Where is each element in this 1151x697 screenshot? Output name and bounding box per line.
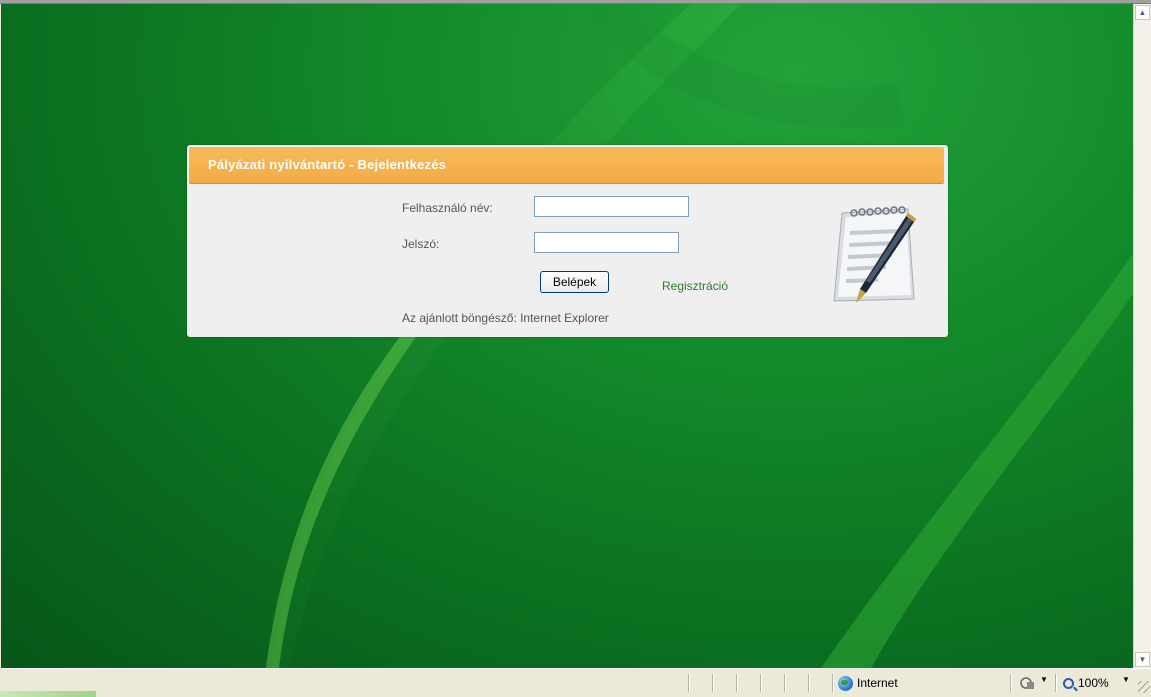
status-separator [760,674,761,692]
status-separator [1055,674,1056,692]
notepad-pen-icon [833,206,916,303]
magnifier-icon [1063,677,1074,689]
scroll-up-icon[interactable]: ▲ [1135,5,1150,20]
status-separator [1010,674,1011,692]
status-separator [688,674,689,692]
resize-grip-icon[interactable] [1138,681,1150,693]
status-separator [736,674,737,692]
scroll-down-icon[interactable]: ▼ [1135,652,1150,667]
status-bar: Internet ▼ 100% ▼ [0,668,1151,697]
page-viewport: Pályázati nyilvántartó - Bejelentkezés F… [1,4,1133,668]
username-input[interactable] [534,196,689,217]
password-input[interactable] [534,232,679,253]
chevron-down-icon[interactable]: ▼ [1122,675,1130,684]
zoom-level: 100% [1078,676,1109,690]
login-button[interactable]: Belépek [540,271,609,293]
register-link[interactable]: Regisztráció [662,279,728,293]
username-label: Felhasználó név: [402,201,493,215]
login-panel: Pályázati nyilvántartó - Bejelentkezés F… [187,145,948,337]
zone-label: Internet [857,676,898,690]
login-panel-header: Pályázati nyilvántartó - Bejelentkezés [189,147,944,184]
password-label: Jelszó: [402,237,440,251]
chevron-down-icon[interactable]: ▼ [1040,675,1048,684]
globe-icon [838,675,853,691]
status-separator [808,674,809,692]
status-separator [712,674,713,692]
security-zone[interactable]: Internet [838,674,898,692]
recommended-browser-note: Az ajánlott böngésző: Internet Explorer [402,311,609,325]
status-separator [784,674,785,692]
page-title: Pályázati nyilvántartó - Bejelentkezés [208,157,447,172]
zoom-control[interactable]: 100% [1063,674,1109,692]
status-separator [832,674,833,692]
vertical-scrollbar[interactable]: ▲ ▼ [1133,4,1151,668]
status-progress [0,691,96,697]
protected-mode-icon[interactable] [1019,676,1035,690]
